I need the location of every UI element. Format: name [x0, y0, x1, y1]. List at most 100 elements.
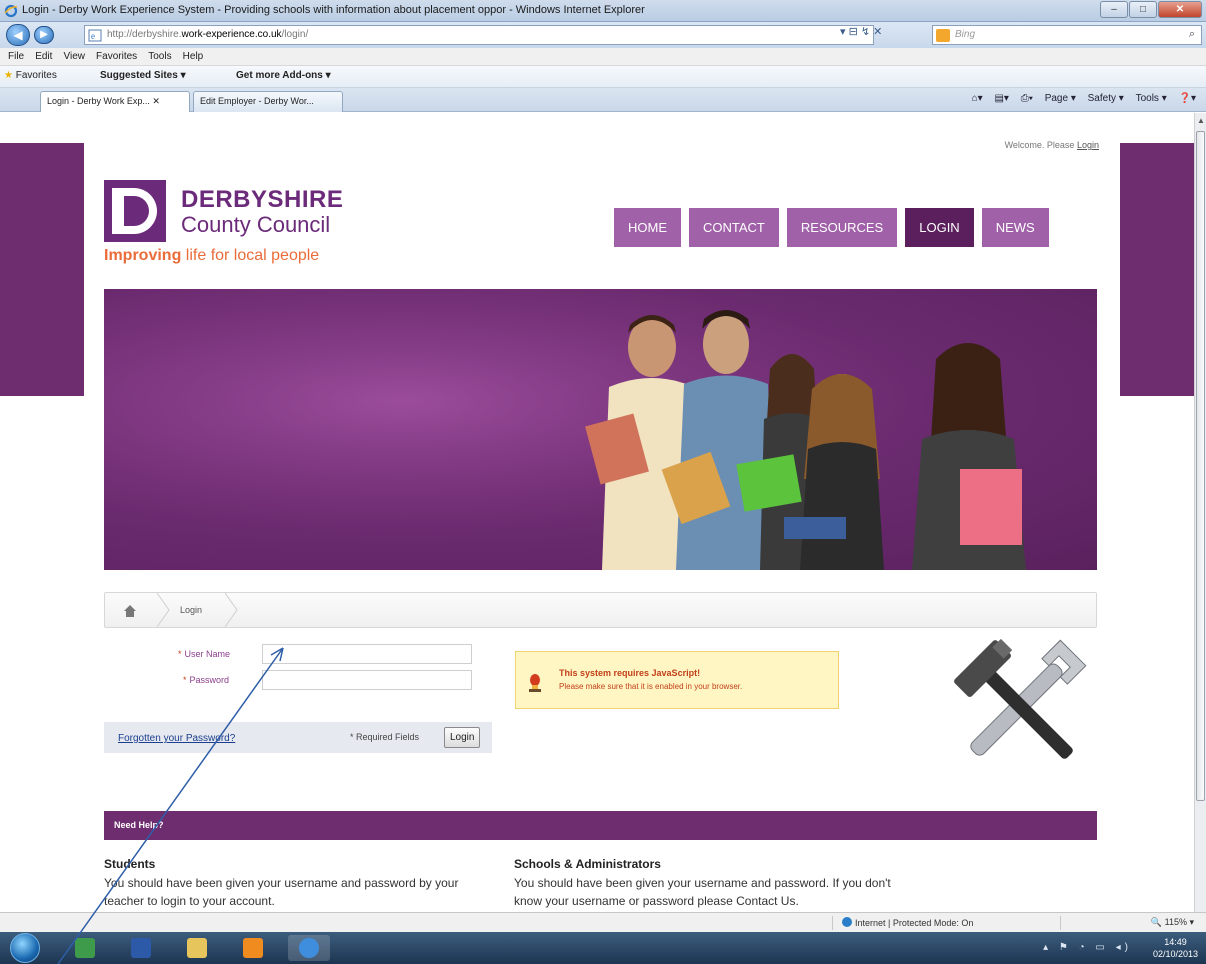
menu-help[interactable]: Help: [183, 51, 204, 62]
javascript-warning: This system requires JavaScript! Please …: [515, 651, 839, 709]
password-label: * Password: [183, 675, 230, 685]
tab-bar: Login - Derby Work Exp... ✕ Edit Employe…: [0, 88, 1206, 112]
need-help-header: Need Help?: [104, 811, 1097, 840]
clock-time: 14:49: [1164, 937, 1187, 947]
command-safety[interactable]: Safety ▾: [1088, 93, 1124, 104]
menu-tools[interactable]: Tools: [148, 51, 171, 62]
username-label: * User Name: [178, 649, 231, 659]
status-divider: [832, 916, 833, 930]
username-input[interactable]: [262, 644, 472, 664]
side-panel-right: [1120, 143, 1194, 396]
search-icon[interactable]: ⌕: [1189, 28, 1195, 41]
menu-bar: File Edit View Favorites Tools Help: [0, 48, 1206, 66]
status-divider: [1060, 916, 1061, 930]
home-icon[interactable]: [123, 604, 137, 618]
wrench-hammer-icon: [954, 638, 1087, 759]
students-help: Students You should have been given your…: [104, 857, 494, 910]
system-tray[interactable]: ▴ ⚑ ◔ ▭ ◂): [1043, 942, 1132, 953]
page-icon: e: [88, 29, 102, 42]
command-bar: ⌂▾ ▤▾ ⎙▾ Page ▾ Safety ▾ Tools ▾ ❓▾: [963, 93, 1196, 104]
tab-login[interactable]: Login - Derby Work Exp... ✕: [40, 91, 190, 112]
council-logo-mark: [104, 180, 166, 242]
zoom-level[interactable]: 🔍 115% ▾: [1151, 917, 1194, 928]
command-page[interactable]: Page ▾: [1045, 93, 1076, 104]
minimize-button[interactable]: –: [1100, 1, 1128, 18]
taskbar-app-explorer[interactable]: [176, 935, 218, 961]
taskbar-app-project[interactable]: [64, 935, 106, 961]
login-button[interactable]: Login: [444, 727, 481, 748]
window-title: Login - Derby Work Experience System - P…: [22, 4, 645, 16]
search-placeholder: Bing: [955, 29, 976, 40]
ie-logo-icon: [4, 4, 18, 18]
welcome-text: Welcome. Please Login: [1004, 140, 1099, 150]
address-tools[interactable]: ▾ ⊟ ↯ ✕: [840, 25, 882, 38]
warning-message: Please make sure that it is enabled in y…: [559, 682, 743, 691]
back-button[interactable]: ◀: [6, 24, 30, 46]
page-viewport: Welcome. Please Login DERBYSHIRE County …: [0, 113, 1194, 932]
status-bar: Internet | Protected Mode: On 🔍 115% ▾: [0, 912, 1206, 932]
nav-home[interactable]: HOME: [614, 208, 681, 247]
taskbar-app-outlook[interactable]: [232, 935, 274, 961]
forward-button[interactable]: ▶: [34, 26, 54, 44]
command-tools[interactable]: Tools ▾: [1136, 93, 1167, 104]
welcome-login-link[interactable]: Login: [1077, 140, 1099, 150]
nav-news[interactable]: NEWS: [981, 208, 1049, 247]
home-icon[interactable]: ⌂▾: [972, 93, 983, 104]
get-addons-link[interactable]: Get more Add-ons ▾: [236, 70, 331, 81]
window-controls: – □ ✕: [1099, 1, 1202, 18]
start-button[interactable]: [10, 933, 40, 963]
scroll-up-icon[interactable]: ▲: [1197, 116, 1205, 125]
vertical-scrollbar[interactable]: ▲: [1194, 113, 1206, 932]
menu-view[interactable]: View: [63, 51, 85, 62]
close-button[interactable]: ✕: [1158, 1, 1202, 18]
warning-title: This system requires JavaScript!: [559, 668, 701, 678]
main-nav: HOME CONTACT RESOURCES LOGIN NEWS: [614, 208, 1057, 247]
side-panel-left: [0, 143, 84, 396]
schools-help: Schools & Administrators You should have…: [514, 857, 904, 910]
address-toolbar: ◀ ▶ e http://derbyshire.work-experience.…: [0, 22, 1206, 48]
menu-favorites[interactable]: Favorites: [96, 51, 137, 62]
nav-login[interactable]: LOGIN: [905, 208, 974, 247]
logo-tagline: Improving life for local people: [104, 247, 320, 264]
breadcrumb-current: Login: [180, 605, 203, 615]
security-zone[interactable]: Internet | Protected Mode: On: [842, 917, 973, 928]
help-icon[interactable]: ❓▾: [1179, 93, 1196, 104]
clock[interactable]: 14:49 02/10/2013: [1153, 936, 1198, 960]
maximize-button[interactable]: □: [1129, 1, 1157, 18]
forgot-password-link[interactable]: Forgotten your Password?: [118, 733, 235, 744]
favorites-button[interactable]: ★ Favorites: [4, 70, 57, 81]
taskbar: ▴ ⚑ ◔ ▭ ◂) 14:49 02/10/2013: [0, 932, 1206, 964]
students-help-text: You should have been given your username…: [104, 876, 459, 908]
taskbar-app-word[interactable]: [120, 935, 162, 961]
star-icon: ★: [4, 70, 13, 81]
breadcrumb-separator: [156, 593, 170, 627]
scrollbar-thumb[interactable]: [1196, 131, 1205, 801]
url-text: http://derbyshire.work-experience.co.uk/…: [107, 29, 309, 40]
nav-contact[interactable]: CONTACT: [689, 208, 779, 247]
bing-icon: [936, 29, 950, 42]
logo-line2: County Council: [181, 212, 331, 237]
window-titlebar: Login - Derby Work Experience System - P…: [0, 0, 1206, 22]
login-form-footer: Forgotten your Password? * Required Fiel…: [104, 722, 492, 753]
required-fields-note: * Required Fields: [350, 732, 420, 742]
council-logo[interactable]: DERBYSHIRE County Council Improving life…: [104, 180, 384, 270]
nav-resources[interactable]: RESOURCES: [786, 208, 898, 247]
breadcrumb-separator: [224, 593, 238, 627]
favorites-bar: ★ Favorites Suggested Sites ▾ Get more A…: [0, 66, 1206, 88]
svg-text:e: e: [91, 31, 95, 41]
feeds-icon[interactable]: ▤▾: [994, 93, 1008, 104]
print-icon[interactable]: ⎙▾: [1021, 93, 1033, 104]
students-help-title: Students: [104, 857, 156, 871]
suggested-sites-link[interactable]: Suggested Sites ▾: [100, 70, 186, 81]
password-input[interactable]: [262, 670, 472, 690]
address-input[interactable]: e http://derbyshire.work-experience.co.u…: [84, 25, 874, 45]
warning-icon: [529, 674, 541, 692]
menu-edit[interactable]: Edit: [35, 51, 52, 62]
taskbar-app-ie[interactable]: [288, 935, 330, 961]
menu-file[interactable]: File: [8, 51, 24, 62]
logo-line1: DERBYSHIRE: [181, 186, 344, 213]
globe-icon: [842, 917, 852, 927]
tab-edit-employer[interactable]: Edit Employer - Derby Wor...: [193, 91, 343, 112]
search-input[interactable]: Bing ⌕: [932, 25, 1202, 45]
schools-help-title: Schools & Administrators: [514, 857, 661, 871]
